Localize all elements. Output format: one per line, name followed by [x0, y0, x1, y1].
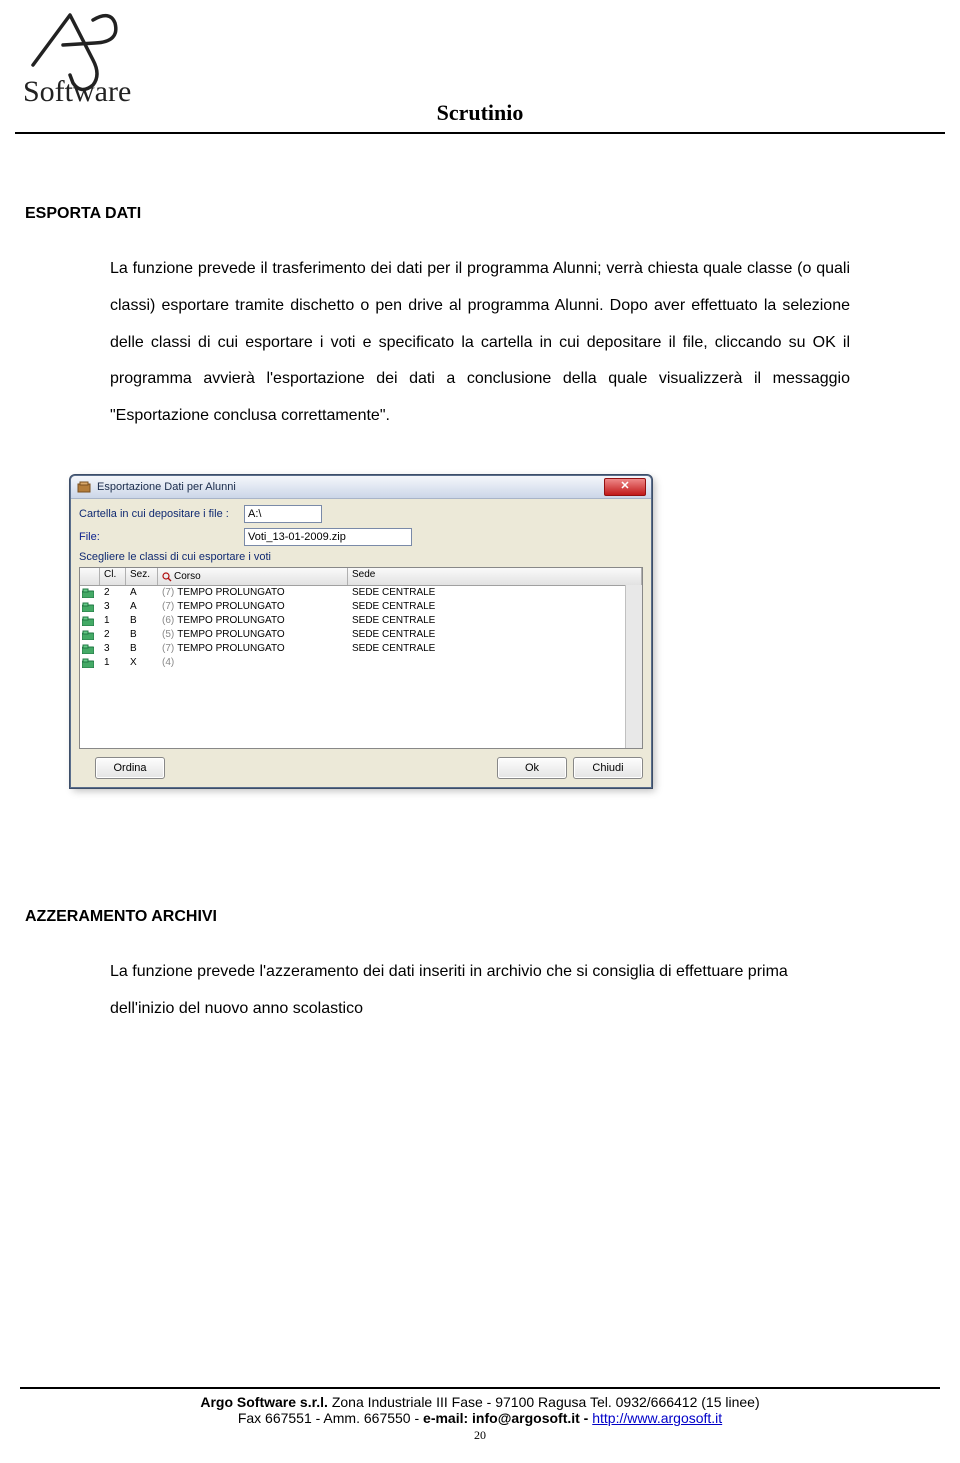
cell-cl: 3 [100, 600, 126, 614]
page-number: 20 [20, 1428, 940, 1443]
footer-line1: Argo Software s.r.l. Zona Industriale II… [20, 1394, 940, 1410]
file-label: File: [79, 531, 244, 543]
cell-corso: (7)TEMPO PROLUNGATO [158, 586, 348, 600]
ordina-button[interactable]: Ordina [95, 757, 165, 779]
footer-divider [20, 1387, 940, 1389]
row-icon [80, 614, 100, 628]
page-header: Software Scrutinio [110, 0, 850, 155]
cell-cl: 1 [100, 656, 126, 670]
cell-corso: (4) [158, 656, 348, 670]
cell-sez: B [126, 614, 158, 628]
row-icon [80, 656, 100, 670]
table-row[interactable]: 2B(5)TEMPO PROLUNGATOSEDE CENTRALE [80, 628, 642, 642]
grid-header-corso: Corso [158, 568, 348, 585]
cell-sede: SEDE CENTRALE [348, 628, 642, 642]
grid-caption: Scegliere le classi di cui esportare i v… [79, 551, 643, 563]
table-row[interactable]: 1B(6)TEMPO PROLUNGATOSEDE CENTRALE [80, 614, 642, 628]
close-button[interactable]: ✕ [604, 478, 646, 496]
dialog-title: Esportazione Dati per Alunni [97, 481, 604, 493]
argo-logo: Software [15, 5, 155, 115]
cell-sez: B [126, 642, 158, 656]
app-icon [77, 480, 91, 494]
table-row[interactable]: 3B(7)TEMPO PROLUNGATOSEDE CENTRALE [80, 642, 642, 656]
table-row[interactable]: 3A(7)TEMPO PROLUNGATOSEDE CENTRALE [80, 600, 642, 614]
cell-sede [348, 656, 642, 670]
cell-cl: 1 [100, 614, 126, 628]
path-input[interactable] [244, 505, 322, 523]
chiudi-button[interactable]: Chiudi [573, 757, 643, 779]
section-heading-esporta: ESPORTA DATI [25, 205, 850, 223]
logo-text: Software [23, 75, 131, 108]
footer-line2: Fax 667551 - Amm. 667550 - e-mail: info@… [20, 1410, 940, 1426]
body-paragraph: La funzione prevede l'azzeramento dei da… [110, 954, 850, 1028]
cell-corso: (7)TEMPO PROLUNGATO [158, 642, 348, 656]
cell-sede: SEDE CENTRALE [348, 614, 642, 628]
row-icon [80, 600, 100, 614]
cell-corso: (7)TEMPO PROLUNGATO [158, 600, 348, 614]
cell-cl: 2 [100, 628, 126, 642]
grid-header-icon [80, 568, 100, 585]
page-title: Scrutinio [437, 100, 524, 126]
body-paragraph: La funzione prevede il trasferimento dei… [110, 251, 850, 435]
header-divider [15, 132, 945, 134]
cell-sede: SEDE CENTRALE [348, 600, 642, 614]
row-icon [80, 642, 100, 656]
page-footer: Argo Software s.r.l. Zona Industriale II… [20, 1387, 940, 1443]
footer-line1-rest: Zona Industriale III Fase - 97100 Ragusa… [328, 1394, 760, 1410]
grid-header-sez: Sez. [126, 568, 158, 585]
ok-button[interactable]: Ok [497, 757, 567, 779]
cell-sez: A [126, 586, 158, 600]
cell-sez: B [126, 628, 158, 642]
grid-header-cl: Cl. [100, 568, 126, 585]
cell-cl: 3 [100, 642, 126, 656]
file-input[interactable] [244, 528, 412, 546]
class-grid[interactable]: Cl. Sez. Corso Sede 2A(7)TEMPO PROLUNGAT… [79, 567, 643, 749]
grid-header-corso-label: Corso [174, 571, 201, 582]
cell-corso: (5)TEMPO PROLUNGATO [158, 628, 348, 642]
grid-scrollbar[interactable] [625, 585, 642, 748]
cell-cl: 2 [100, 586, 126, 600]
magnifier-icon [162, 572, 172, 582]
row-icon [80, 628, 100, 642]
footer-line2b: e-mail: info@argosoft.it - [423, 1410, 592, 1426]
grid-header-sede: Sede [348, 568, 642, 585]
footer-company: Argo Software s.r.l. [200, 1394, 328, 1410]
cell-sede: SEDE CENTRALE [348, 642, 642, 656]
cell-corso: (6)TEMPO PROLUNGATO [158, 614, 348, 628]
row-icon [80, 586, 100, 600]
dialog-titlebar: Esportazione Dati per Alunni ✕ [71, 476, 651, 499]
section-heading-azzeramento: AZZERAMENTO ARCHIVI [25, 908, 850, 926]
table-row[interactable]: 2A(7)TEMPO PROLUNGATOSEDE CENTRALE [80, 586, 642, 600]
footer-link[interactable]: http://www.argosoft.it [592, 1410, 722, 1426]
grid-header-row: Cl. Sez. Corso Sede [80, 568, 642, 586]
footer-line2a: Fax 667551 - Amm. 667550 - [238, 1410, 423, 1426]
export-dialog: Esportazione Dati per Alunni ✕ Cartella … [70, 475, 652, 788]
cell-sez: X [126, 656, 158, 670]
table-row[interactable]: 1X(4) [80, 656, 642, 670]
path-label: Cartella in cui depositare i file : [79, 508, 244, 520]
close-icon: ✕ [620, 481, 629, 492]
cell-sede: SEDE CENTRALE [348, 586, 642, 600]
cell-sez: A [126, 600, 158, 614]
